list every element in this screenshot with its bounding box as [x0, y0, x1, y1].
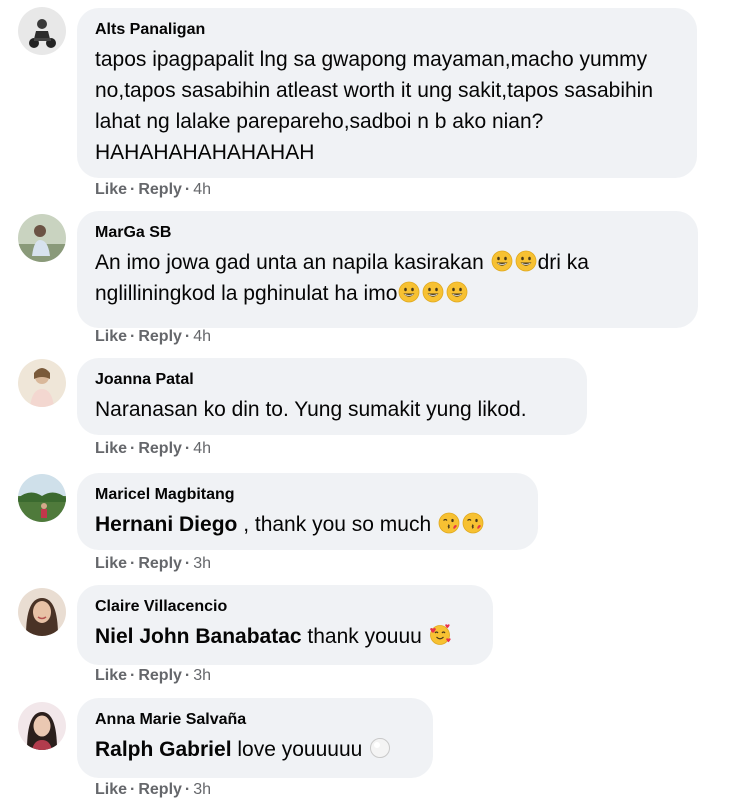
comment-actions: Like · Reply · 4h: [95, 181, 212, 198]
like-button[interactable]: Like: [95, 667, 127, 684]
comment-text: Hernani Diego , thank you so much: [95, 509, 520, 540]
grinning-face-emoji-icon: [398, 281, 420, 303]
comment-bubble: Anna Marie Salvaña Ralph Gabriel love yo…: [77, 698, 433, 778]
comment-item: Claire Villacencio Niel John Banabatac t…: [0, 585, 750, 695]
comment-text: tapos ipagpapalit lng sa gwapong mayaman…: [95, 48, 654, 164]
face-blowing-kiss-emoji-icon: [438, 512, 460, 534]
avatar-photo-outdoor-icon: [18, 214, 66, 262]
like-button[interactable]: Like: [95, 440, 127, 457]
comment-timestamp[interactable]: 4h: [193, 328, 211, 345]
reply-button[interactable]: Reply: [138, 555, 182, 572]
face-blowing-kiss-emoji-icon: [462, 512, 484, 534]
avatar[interactable]: [18, 474, 66, 522]
reply-button[interactable]: Reply: [138, 181, 182, 198]
white-circle-emoji-icon: [369, 737, 391, 759]
comment-bubble: Alts Panaligan tapos ipagpapalit lng sa …: [77, 8, 697, 178]
comment-bubble: MarGa SB An imo jowa gad unta an napila …: [77, 211, 698, 328]
comment-timestamp[interactable]: 3h: [193, 555, 211, 572]
comment-item: MarGa SB An imo jowa gad unta an napila …: [0, 205, 750, 350]
reply-button[interactable]: Reply: [138, 328, 182, 345]
avatar[interactable]: [18, 588, 66, 636]
comment-text: Naranasan ko din to. Yung sumakit yung l…: [95, 398, 527, 421]
comment-author[interactable]: Maricel Magbitang: [95, 485, 520, 505]
comment-actions: Like · Reply · 3h: [95, 781, 212, 798]
avatar-photo-portrait-icon: [18, 588, 66, 636]
comment-author[interactable]: Anna Marie Salvaña: [95, 710, 415, 730]
comment-actions: Like · Reply · 3h: [95, 667, 212, 684]
avatar-photo-rider-icon: [18, 7, 66, 55]
reply-button[interactable]: Reply: [138, 781, 182, 798]
grinning-face-emoji-icon: [446, 281, 468, 303]
comment-author[interactable]: MarGa SB: [95, 223, 680, 243]
comment-author[interactable]: Joanna Patal: [95, 370, 569, 390]
comment-timestamp[interactable]: 3h: [193, 667, 211, 684]
avatar-photo-person-icon: [18, 359, 66, 407]
comment-text: Ralph Gabriel love youuuuu: [95, 734, 415, 765]
grinning-face-emoji-icon: [515, 250, 537, 272]
comment-text-part: love youuuuu: [231, 738, 369, 761]
mention-link[interactable]: Ralph Gabriel: [95, 738, 232, 761]
comment-item: Joanna Patal Naranasan ko din to. Yung s…: [0, 355, 750, 465]
comment-text-part: thank youuu: [301, 625, 428, 648]
reply-button[interactable]: Reply: [138, 440, 182, 457]
avatar-photo-portrait-2-icon: [18, 702, 66, 750]
comment-author[interactable]: Alts Panaligan: [95, 20, 679, 40]
comment-timestamp[interactable]: 3h: [193, 781, 211, 798]
comment-text: An imo jowa gad unta an napila kasirakan…: [95, 247, 680, 309]
comment-item: Alts Panaligan tapos ipagpapalit lng sa …: [0, 0, 750, 200]
comment-text: Niel John Banabatac thank youuu: [95, 621, 475, 652]
comment-item: Anna Marie Salvaña Ralph Gabriel love yo…: [0, 698, 750, 805]
comment-timestamp[interactable]: 4h: [193, 440, 211, 457]
avatar[interactable]: [18, 214, 66, 262]
comment-bubble: Maricel Magbitang Hernani Diego , thank …: [77, 473, 538, 550]
like-button[interactable]: Like: [95, 328, 127, 345]
comment-text-part: An imo jowa gad unta an napila kasirakan: [95, 251, 490, 274]
comment-item: Maricel Magbitang Hernani Diego , thank …: [0, 470, 750, 580]
comment-bubble: Claire Villacencio Niel John Banabatac t…: [77, 585, 493, 665]
smiling-face-with-hearts-emoji-icon: [429, 624, 451, 646]
like-button[interactable]: Like: [95, 555, 127, 572]
grinning-face-emoji-icon: [422, 281, 444, 303]
avatar[interactable]: [18, 7, 66, 55]
comment-author[interactable]: Claire Villacencio: [95, 597, 475, 617]
comment-actions: Like · Reply · 4h: [95, 328, 212, 345]
comment-bubble: Joanna Patal Naranasan ko din to. Yung s…: [77, 358, 587, 435]
comment-timestamp[interactable]: 4h: [193, 181, 211, 198]
avatar-photo-landscape-icon: [18, 474, 66, 522]
mention-link[interactable]: Hernani Diego: [95, 513, 237, 536]
comment-text-part: , thank you so much: [237, 513, 437, 536]
comment-actions: Like · Reply · 3h: [95, 555, 212, 572]
avatar[interactable]: [18, 359, 66, 407]
avatar[interactable]: [18, 702, 66, 750]
grinning-face-emoji-icon: [491, 250, 513, 272]
reply-button[interactable]: Reply: [138, 667, 182, 684]
like-button[interactable]: Like: [95, 781, 127, 798]
mention-link[interactable]: Niel John Banabatac: [95, 625, 302, 648]
comment-actions: Like · Reply · 4h: [95, 440, 212, 457]
like-button[interactable]: Like: [95, 181, 127, 198]
